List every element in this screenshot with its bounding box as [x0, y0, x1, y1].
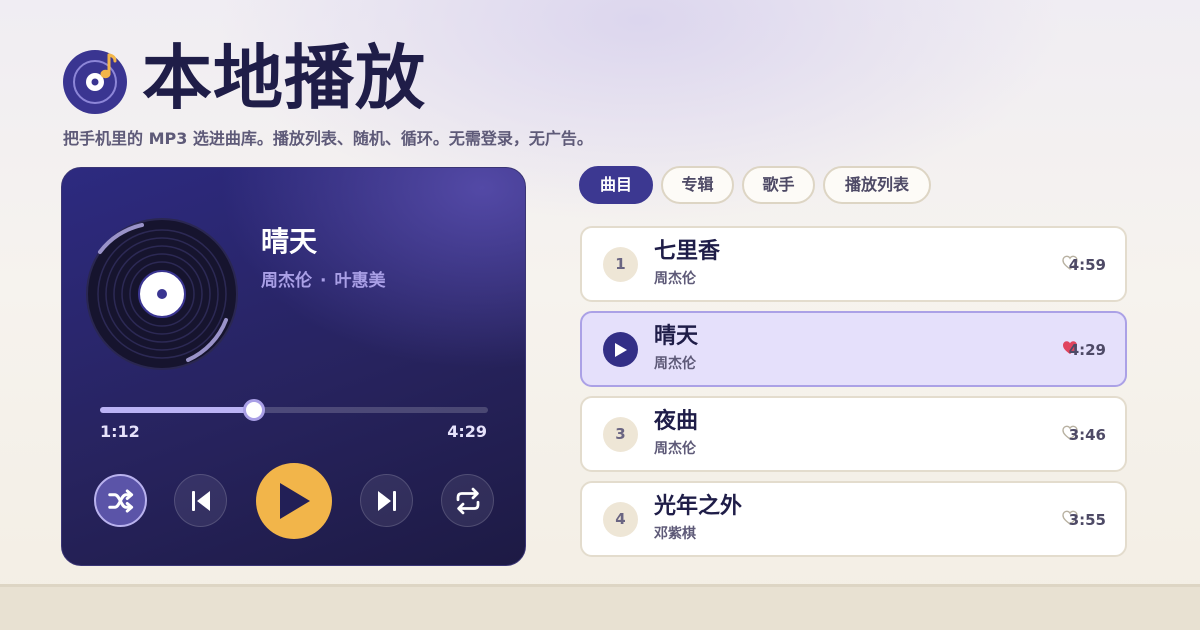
- music-disc-icon: [63, 50, 127, 114]
- page-subtitle: 把手机里的 MP3 选进曲库。播放列表、随机、循环。无需登录，无广告。: [63, 129, 593, 148]
- artist-separator: ·: [320, 271, 327, 291]
- track-duration: 3:55: [1068, 511, 1106, 529]
- track-artist: 周杰伦: [654, 441, 696, 457]
- track-artist: 周杰伦: [654, 356, 696, 372]
- now-playing-album: 叶惠美: [334, 271, 386, 291]
- previous-button[interactable]: [174, 474, 227, 527]
- track-title: 光年之外: [654, 494, 743, 519]
- progress-fill: [100, 407, 254, 413]
- next-button[interactable]: [360, 474, 413, 527]
- play-button[interactable]: [256, 463, 332, 539]
- play-icon: [614, 342, 627, 357]
- skip-next-icon: [377, 490, 396, 511]
- now-playing-title: 晴天: [261, 225, 318, 258]
- track-title: 夜曲: [654, 409, 699, 434]
- now-playing-artist: 周杰伦: [261, 271, 312, 291]
- time-elapsed: 1:12: [100, 422, 140, 441]
- track-play-button[interactable]: [603, 332, 638, 367]
- track-duration: 3:46: [1068, 426, 1106, 444]
- track-number: 4: [603, 502, 638, 537]
- track-row[interactable]: 4 光年之外 邓紫棋 3:55: [580, 481, 1127, 557]
- track-artist: 邓紫棋: [654, 526, 696, 542]
- tab-albums[interactable]: 专辑: [661, 166, 734, 204]
- repeat-icon: [456, 487, 479, 514]
- track-title: 晴天: [654, 324, 699, 349]
- now-playing-card: 晴天 周杰伦 · 叶惠美 1:12 4:29: [61, 167, 526, 566]
- play-icon: [280, 483, 310, 519]
- track-number: 1: [603, 247, 638, 282]
- page-title: 本地播放: [142, 37, 426, 119]
- vinyl-record-icon: [86, 218, 238, 370]
- progress-bar[interactable]: [100, 399, 488, 421]
- tab-playlists[interactable]: 播放列表: [823, 166, 931, 204]
- track-duration: 4:29: [1068, 341, 1106, 359]
- track-duration: 4:59: [1068, 256, 1106, 274]
- tab-artists[interactable]: 歌手: [742, 166, 815, 204]
- skip-previous-icon: [191, 490, 210, 511]
- track-row[interactable]: 3 夜曲 周杰伦 3:46: [580, 396, 1127, 472]
- progress-handle[interactable]: [242, 399, 265, 421]
- shuffle-button[interactable]: [94, 474, 147, 527]
- time-total: 4:29: [447, 422, 487, 441]
- track-artist: 周杰伦: [654, 271, 696, 287]
- repeat-button[interactable]: [441, 474, 494, 527]
- bottom-strip: [0, 584, 1200, 630]
- track-row-active[interactable]: 晴天 周杰伦 4:29: [580, 311, 1127, 387]
- shuffle-icon: [107, 489, 133, 512]
- now-playing-artists: 周杰伦 · 叶惠美: [261, 269, 385, 293]
- track-row[interactable]: 1 七里香 周杰伦 4:59: [580, 226, 1127, 302]
- tab-tracks[interactable]: 曲目: [579, 166, 653, 204]
- track-number: 3: [603, 417, 638, 452]
- track-title: 七里香: [654, 239, 721, 264]
